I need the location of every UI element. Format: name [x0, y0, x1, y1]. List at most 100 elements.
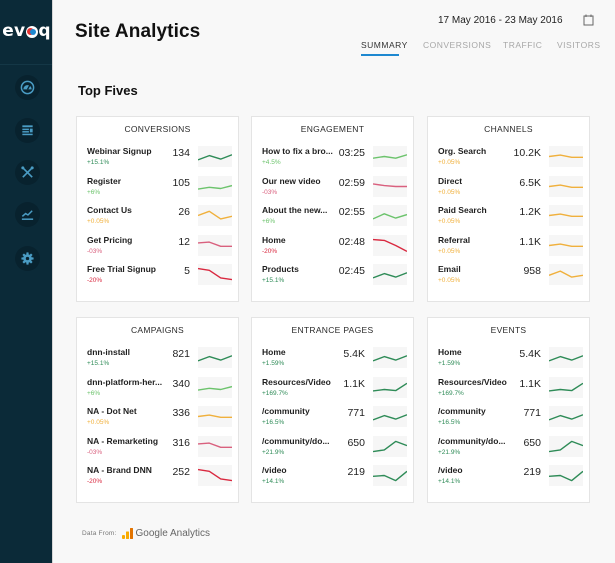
item-label: Direct: [438, 175, 463, 186]
list-item[interactable]: How to fix a bro... +4.5% 03:25: [262, 146, 407, 172]
item-value: 02:45: [338, 265, 365, 277]
item-change: +6%: [87, 188, 101, 196]
sidebar-item-analytics[interactable]: [15, 202, 40, 227]
item-change: -20%: [87, 277, 103, 284]
list-item[interactable]: Free Trial Signup -20% 5: [87, 264, 232, 290]
google-analytics-label: Google Analytics: [135, 528, 211, 539]
sidebar-item-settings[interactable]: [15, 246, 40, 271]
list-item[interactable]: /community/do... +21.9% 650: [438, 435, 583, 462]
list-item[interactable]: Home +1.59% 5.4K: [262, 347, 407, 373]
chart-line-icon: [21, 210, 34, 220]
list-item[interactable]: /video +14.1% 219: [262, 465, 407, 491]
list-item[interactable]: /community +16.5% 771: [262, 406, 407, 432]
calendar-icon[interactable]: [583, 14, 594, 26]
sparkline-path: [549, 470, 583, 482]
item-label: /community: [438, 406, 486, 416]
sparkline-path: [198, 414, 232, 419]
sparkline-path: [198, 441, 232, 448]
item-label: How to fix a bro...: [262, 146, 333, 156]
date-range[interactable]: 17 May 2016 - 23 May 2016: [438, 15, 563, 26]
list-item[interactable]: Email +0.05% 958: [438, 264, 583, 290]
list-item[interactable]: Home -20% 02:48: [262, 234, 407, 261]
item-label: Referral: [438, 234, 471, 245]
list-item[interactable]: Paid Search +0.05% 1.2K: [438, 205, 583, 231]
sidebar-item-content[interactable]: [15, 118, 40, 143]
item-change: +0.05%: [87, 419, 110, 426]
sparkline: [549, 234, 583, 256]
sparkline-path: [549, 154, 583, 159]
item-label: Register: [87, 175, 122, 186]
list-item[interactable]: /video +14.1% 219: [438, 465, 583, 491]
card-campaigns: CAMPAIGNS dnn-install +15.1% 821 dnn-platfor…: [76, 317, 239, 503]
item-change: +0.05%: [438, 277, 461, 284]
item-change: +21.9%: [438, 448, 461, 456]
list-item[interactable]: dnn-install +15.1% 821: [87, 347, 232, 373]
list-item[interactable]: /community/do... +21.9% 650: [262, 435, 407, 462]
item-value: 5.4K: [343, 348, 365, 360]
list-item[interactable]: Contact Us +0.05% 26: [87, 205, 232, 231]
item-change: +14.1%: [262, 478, 285, 485]
evoq-logo[interactable]: ev q: [0, 18, 53, 44]
item-change: +16.5%: [262, 419, 285, 426]
footer: Data From: Google Analytics: [82, 528, 210, 539]
list-item[interactable]: Our new video -03% 02:59: [262, 175, 407, 202]
sparkline-path: [198, 385, 232, 391]
sparkline-path: [549, 270, 583, 278]
list-item[interactable]: Org. Search +0.05% 10.2K: [438, 146, 583, 172]
item-change: -20%: [87, 478, 103, 485]
list-item[interactable]: Home +1.59% 5.4K: [438, 347, 583, 373]
sidebar: ev q: [0, 0, 53, 563]
item-label: Paid Search: [438, 205, 487, 215]
item-label: dnn-install: [87, 347, 130, 357]
item-change: +4.5%: [262, 159, 281, 166]
sparkline-path: [373, 238, 407, 252]
list-item[interactable]: NA - Remarketing -03% 316: [87, 435, 232, 462]
list-item[interactable]: dnn-platform-her... +6% 340: [87, 376, 232, 403]
item-change: +15.1%: [262, 277, 285, 284]
item-value: 6.5K: [519, 176, 541, 189]
item-value: 650: [523, 436, 541, 449]
sparkline: [198, 465, 232, 486]
sparkline: [198, 175, 232, 197]
card-engagement: ENGAGEMENT How to fix a bro... +4.5% 03:25 O…: [251, 116, 414, 302]
sidebar-item-tools[interactable]: [15, 160, 40, 185]
gear-icon: [21, 252, 34, 265]
item-change: +6%: [262, 218, 276, 225]
item-value: 10.2K: [513, 147, 541, 159]
sparkline-path: [198, 154, 232, 161]
list-item[interactable]: Resources/Video +169.7% 1.1K: [438, 376, 583, 403]
list-item[interactable]: /community +16.5% 771: [438, 406, 583, 432]
sparkline-path: [373, 213, 407, 220]
item-value: 252: [172, 466, 190, 478]
card-title: ENGAGEMENT: [300, 124, 365, 134]
list-item[interactable]: Referral +0.05% 1.1K: [438, 234, 583, 261]
list-item[interactable]: Webinar Signup +15.1% 134: [87, 146, 232, 172]
sparkline-path: [373, 272, 407, 279]
sparkline: [549, 435, 583, 457]
card-title: EVENTS: [490, 325, 527, 335]
list-item[interactable]: Register +6% 105: [87, 175, 232, 202]
list-item[interactable]: Products +15.1% 02:45: [262, 264, 407, 290]
sparkline: [198, 205, 232, 226]
tab-traffic[interactable]: TRAFFIC: [503, 40, 542, 50]
item-value: 03:25: [338, 147, 365, 159]
list-item[interactable]: NA - Dot Net +0.05% 336: [87, 406, 232, 432]
list-item[interactable]: About the new... +6% 02:55: [262, 205, 407, 231]
sparkline: [373, 146, 407, 167]
list-item[interactable]: Resources/Video +169.7% 1.1K: [262, 376, 407, 403]
item-value: 316: [172, 436, 190, 449]
item-value: 1.2K: [519, 206, 541, 218]
tools-icon: [21, 166, 34, 178]
sparkline-path: [198, 184, 232, 190]
item-change: +21.9%: [262, 448, 285, 456]
list-item[interactable]: Get Pricing -03% 12: [87, 234, 232, 261]
tab-visitors[interactable]: VISITORS: [557, 40, 601, 50]
sparkline-path: [373, 414, 407, 421]
list-item[interactable]: Direct +0.05% 6.5K: [438, 175, 583, 202]
tab-conversions[interactable]: CONVERSIONS: [423, 40, 491, 50]
sidebar-item-dashboard[interactable]: [15, 75, 40, 100]
list-item[interactable]: NA - Brand DNN -20% 252: [87, 465, 232, 491]
section-title: Top Fives: [78, 83, 138, 98]
tab-summary[interactable]: SUMMARY: [361, 40, 408, 50]
sparkline-path: [198, 240, 232, 247]
